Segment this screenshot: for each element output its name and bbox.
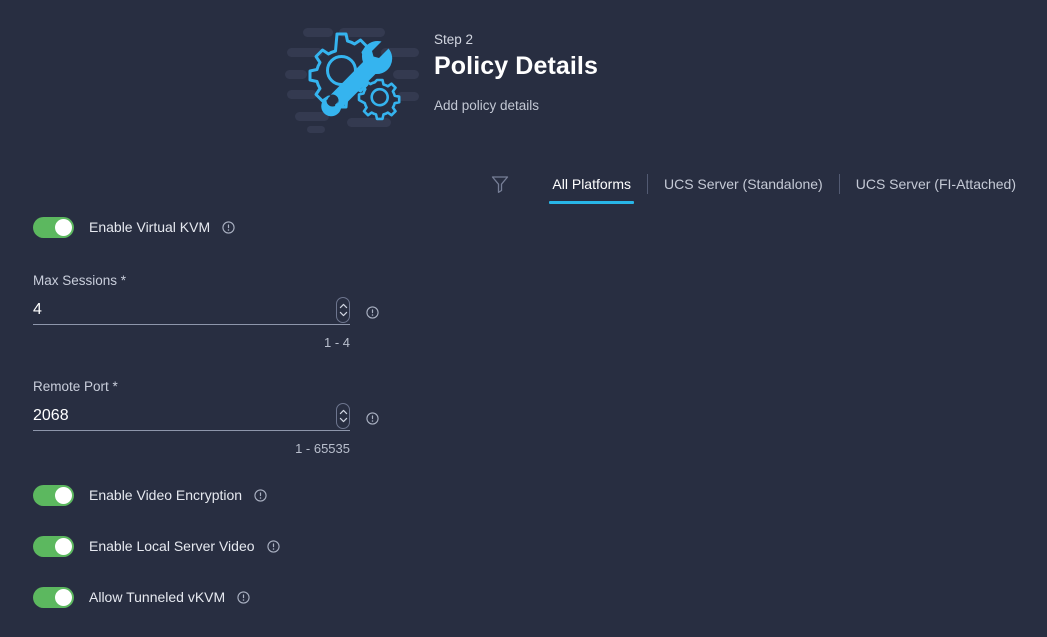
label-allow-tunneled-vkvm: Allow Tunneled vKVM [89,589,226,605]
platform-tab-bar: All Platforms UCS Server (Standalone) UC… [0,166,1047,204]
toggle-enable-local-server-video[interactable] [33,535,74,557]
max-sessions-input-row [33,297,350,325]
info-circle-icon[interactable] [225,590,250,604]
row-enable-virtual-kvm: Enable Virtual KVM [0,214,400,240]
tab-ucs-server-fi-attached[interactable]: UCS Server (FI-Attached) [840,173,1032,195]
info-circle-icon[interactable] [255,539,280,553]
toggle-enable-video-encryption[interactable] [33,484,74,506]
step-label: Step 2 [434,32,474,47]
toggle-knob [55,537,72,555]
page-title: Policy Details [434,52,598,80]
info-circle-icon[interactable] [242,488,267,502]
info-circle-icon[interactable] [350,306,379,319]
row-allow-tunneled-vkvm: Allow Tunneled vKVM [0,584,400,610]
tab-ucs-server-standalone[interactable]: UCS Server (Standalone) [648,173,839,195]
remote-port-input-row [33,403,350,431]
filter-funnel-icon[interactable] [490,174,536,194]
remote-port-stepper[interactable] [336,403,350,429]
max-sessions-underline [33,324,350,325]
toggle-knob [55,218,72,236]
remote-port-underline [33,430,350,431]
helper-max-sessions: 1 - 4 [323,335,350,350]
policy-details-form: Enable Virtual KVM Max Sessions * 4 1 - … [0,214,400,610]
toggle-knob [55,486,72,504]
header-text-block: Step 2 Policy Details Add policy details [434,30,598,115]
info-circle-icon[interactable] [350,412,379,425]
toggle-enable-virtual-kvm[interactable] [33,216,74,238]
label-enable-virtual-kvm: Enable Virtual KVM [89,219,211,235]
gear-wrench-illustration [285,22,421,134]
tab-all-platforms[interactable]: All Platforms [536,173,647,204]
toggle-knob [55,588,72,606]
label-remote-port: Remote Port * [33,379,118,394]
wizard-header: Step 2 Policy Details Add policy details [0,0,1047,150]
remote-port-input[interactable] [33,405,336,431]
field-max-sessions: Max Sessions * 1 - 4 [0,272,400,351]
toggle-allow-tunneled-vkvm[interactable] [33,586,74,608]
label-enable-video-encryption: Enable Video Encryption [89,487,243,503]
row-enable-video-encryption: Enable Video Encryption [0,482,400,508]
info-circle-icon[interactable] [210,220,235,234]
max-sessions-stepper[interactable] [336,297,350,323]
label-max-sessions: Max Sessions * [33,273,127,288]
helper-remote-port: 1 - 65535 [295,441,350,456]
page-subtitle: Add policy details [434,98,540,113]
label-enable-local-server-video: Enable Local Server Video [89,538,255,554]
field-remote-port: Remote Port * 1 - 65535 [0,378,400,457]
max-sessions-input[interactable] [33,299,336,325]
row-enable-local-server-video: Enable Local Server Video [0,533,400,559]
